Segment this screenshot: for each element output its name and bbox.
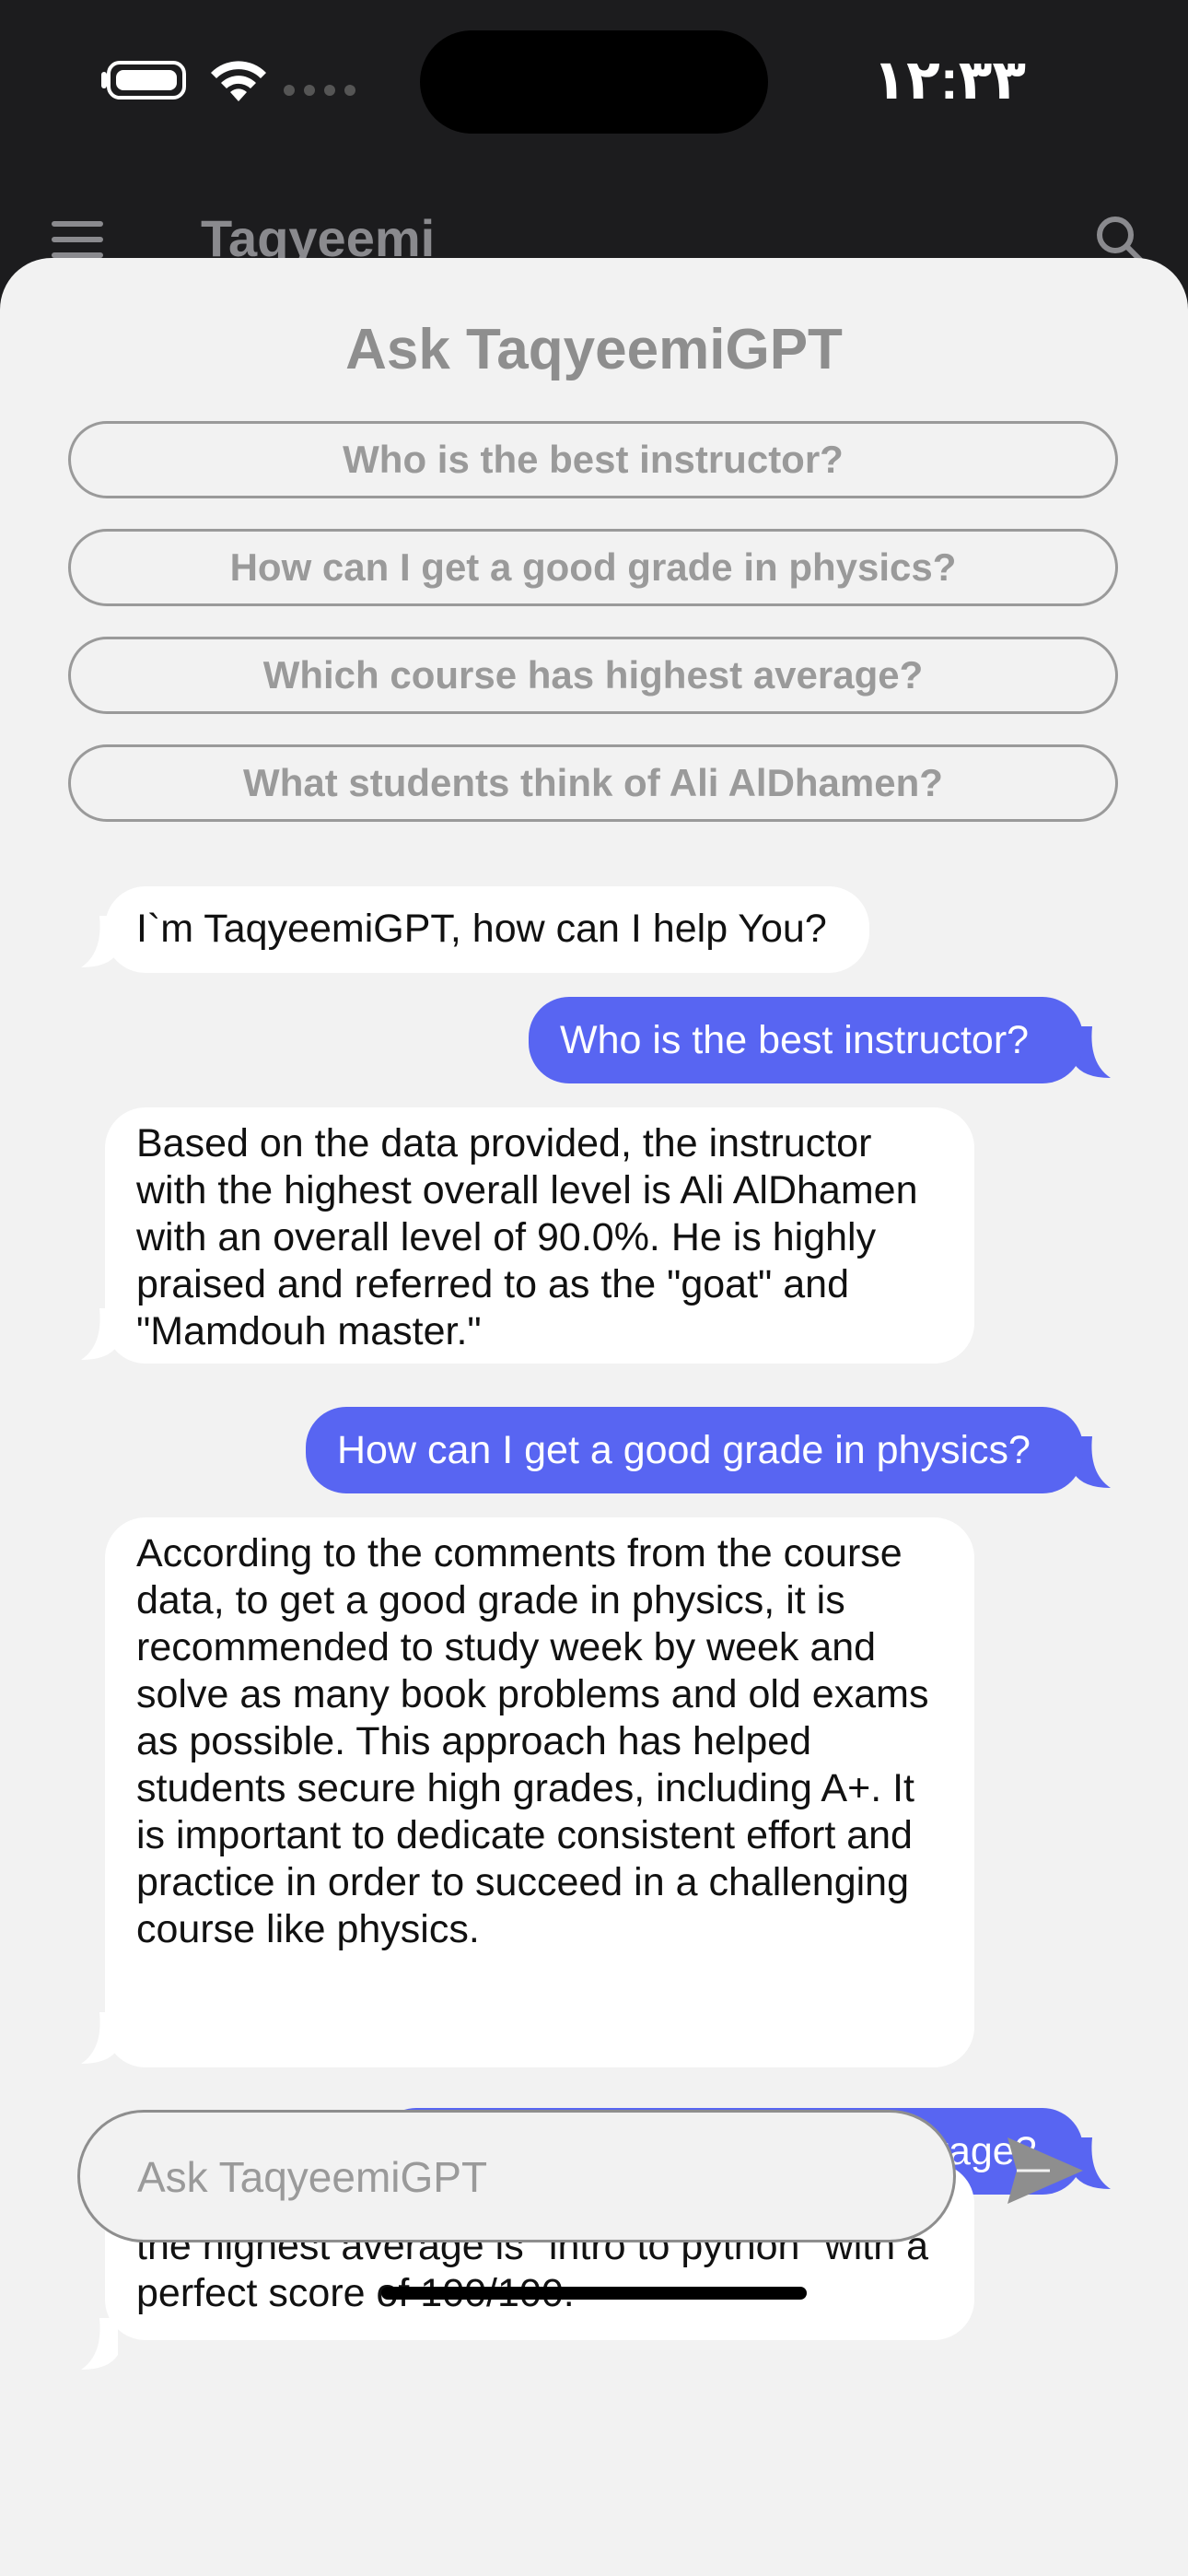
bot-message: I`m TaqyeemiGPT, how can I help You? bbox=[105, 886, 869, 973]
cellular-signal-icon bbox=[284, 85, 355, 96]
suggestion-chip[interactable]: What students think of Ali AlDhamen? bbox=[68, 744, 1118, 822]
user-message: How can I get a good grade in physics? bbox=[306, 1407, 1083, 1493]
chat-input[interactable] bbox=[135, 2113, 894, 2242]
bot-message: According to the comments from the cours… bbox=[105, 1517, 974, 2067]
chat-composer bbox=[77, 2110, 956, 2242]
bot-message: Based on the data provided, the instruct… bbox=[105, 1107, 974, 1364]
status-bar: ١٢:٣٣ bbox=[0, 0, 1188, 166]
hamburger-menu-icon[interactable] bbox=[52, 221, 103, 258]
home-indicator bbox=[381, 2287, 807, 2300]
battery-cap bbox=[101, 72, 107, 88]
status-time: ١٢:٣٣ bbox=[872, 49, 1026, 111]
suggestion-chip[interactable]: Who is the best instructor? bbox=[68, 421, 1118, 498]
sheet-title: Ask TaqyeemiGPT bbox=[345, 318, 843, 381]
user-message: Who is the best instructor? bbox=[529, 997, 1083, 1083]
wifi-icon bbox=[211, 61, 266, 101]
battery-icon bbox=[107, 61, 186, 100]
suggestion-chip[interactable]: How can I get a good grade in physics? bbox=[68, 529, 1118, 606]
send-icon[interactable] bbox=[1004, 2134, 1087, 2207]
suggestion-chip[interactable]: Which course has highest average? bbox=[68, 637, 1118, 714]
dynamic-island bbox=[420, 30, 768, 134]
